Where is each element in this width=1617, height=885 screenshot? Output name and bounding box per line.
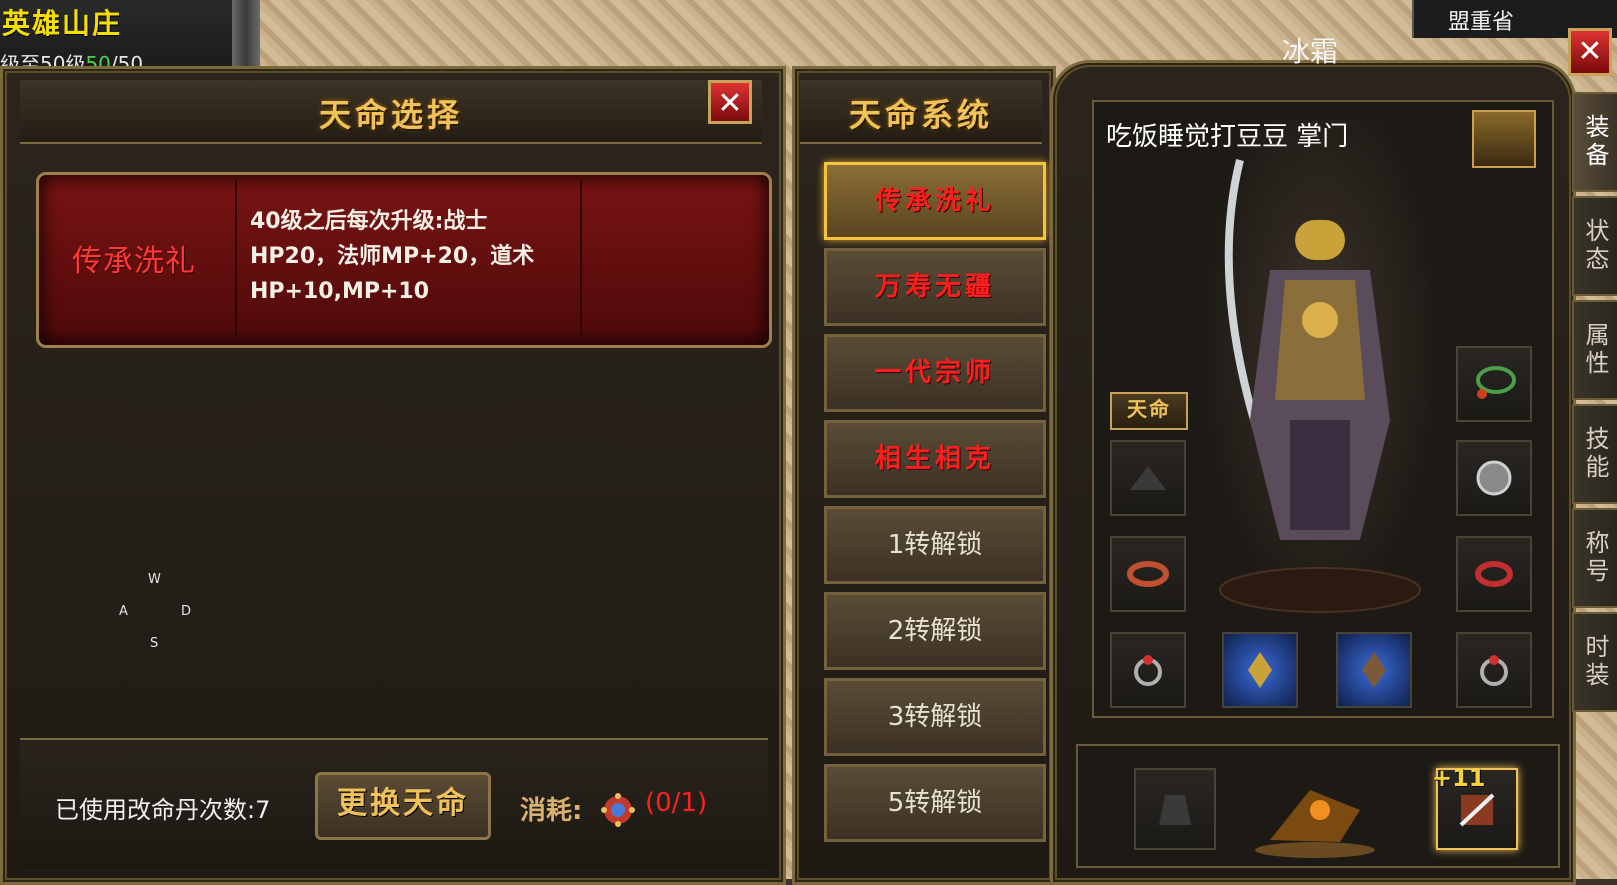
mount-icon[interactable] [1250,770,1380,860]
gem-icon [1248,652,1272,688]
tab-skills[interactable]: 技能 [1572,404,1617,504]
treasure-chest-icon[interactable] [1472,110,1536,168]
fate-select-header: 天命选择 [20,80,762,144]
fate-option-button[interactable]: 2转解锁 [824,592,1046,670]
wasd-key-s: S [150,636,159,651]
ring-left-slot[interactable] [1110,632,1186,708]
bracelet-left-slot[interactable] [1110,536,1186,612]
tab-fashion[interactable]: 时装 [1572,612,1617,712]
enhance-level: +11 [1432,764,1486,792]
bracelet-right-slot[interactable] [1456,536,1532,612]
belt-slot[interactable] [1336,632,1412,708]
tab-equipment[interactable]: 装备 [1572,92,1617,192]
fate-system-header: 天命系统 [800,80,1042,144]
fate-card-divider [235,180,237,336]
fate-tag-button[interactable]: 天命 [1110,392,1188,430]
fate-option-button[interactable]: 相生相克 [824,420,1046,498]
ring-icon [1480,655,1508,686]
medal-slot[interactable] [1456,440,1532,516]
location-title: 英雄山庄 [2,7,123,40]
wasd-key-d: D [181,604,192,619]
used-pill-count: 已使用改命丹次数:7 [55,796,271,824]
consume-count: (0/1) [645,788,708,818]
equipment-close-button[interactable]: ✕ [1568,28,1612,76]
fate-card-description: 40级之后每次升级:战士HP20，法师MP+20，道术HP+10,MP+10 [250,209,535,304]
gem-icon [1362,652,1386,688]
fate-card-divider [580,180,582,336]
helmet-icon [1130,466,1166,490]
change-fate-button[interactable]: 更换天命 [315,772,491,840]
fate-pill-icon [600,792,636,828]
tab-titles[interactable]: 称号 [1572,508,1617,608]
equipment-title: 冰霜 [1281,35,1338,68]
ring-icon [1134,655,1162,686]
fate-select-title: 天命选择 [318,96,463,134]
ring-right-slot[interactable] [1456,632,1532,708]
bracelet-icon [1127,561,1169,587]
consume-label: 消耗: [520,796,583,826]
close-button[interactable]: ✕ [708,80,752,124]
boots-slot[interactable] [1222,632,1298,708]
necklace-slot[interactable] [1456,346,1532,422]
tab-status[interactable]: 状态 [1572,196,1617,296]
wasd-key-a: A [119,604,128,619]
fate-option-button[interactable]: 万寿无疆 [824,248,1046,326]
horn-icon [1159,795,1191,825]
wasd-key-w: W [148,572,161,587]
bracelet-icon [1475,561,1513,587]
fate-option-button[interactable]: 一代宗师 [824,334,1046,412]
fate-option-button[interactable]: 传承洗礼 [824,162,1046,240]
fate-option-button[interactable]: 1转解锁 [824,506,1046,584]
fate-option-button[interactable]: 3转解锁 [824,678,1046,756]
character-name: 吃饭睡觉打豆豆 掌门 [1106,122,1349,152]
helmet-slot[interactable] [1110,440,1186,516]
medal-icon [1476,460,1512,496]
fate-card-name: 传承洗礼 [72,244,196,279]
character-model [1200,120,1440,620]
fate-system-title: 天命系统 [848,96,993,134]
necklace-icon [1476,366,1516,399]
fate-option-button[interactable]: 5转解锁 [824,764,1046,842]
special-slot-empty[interactable] [1134,768,1216,850]
tab-attributes[interactable]: 属性 [1572,300,1617,400]
